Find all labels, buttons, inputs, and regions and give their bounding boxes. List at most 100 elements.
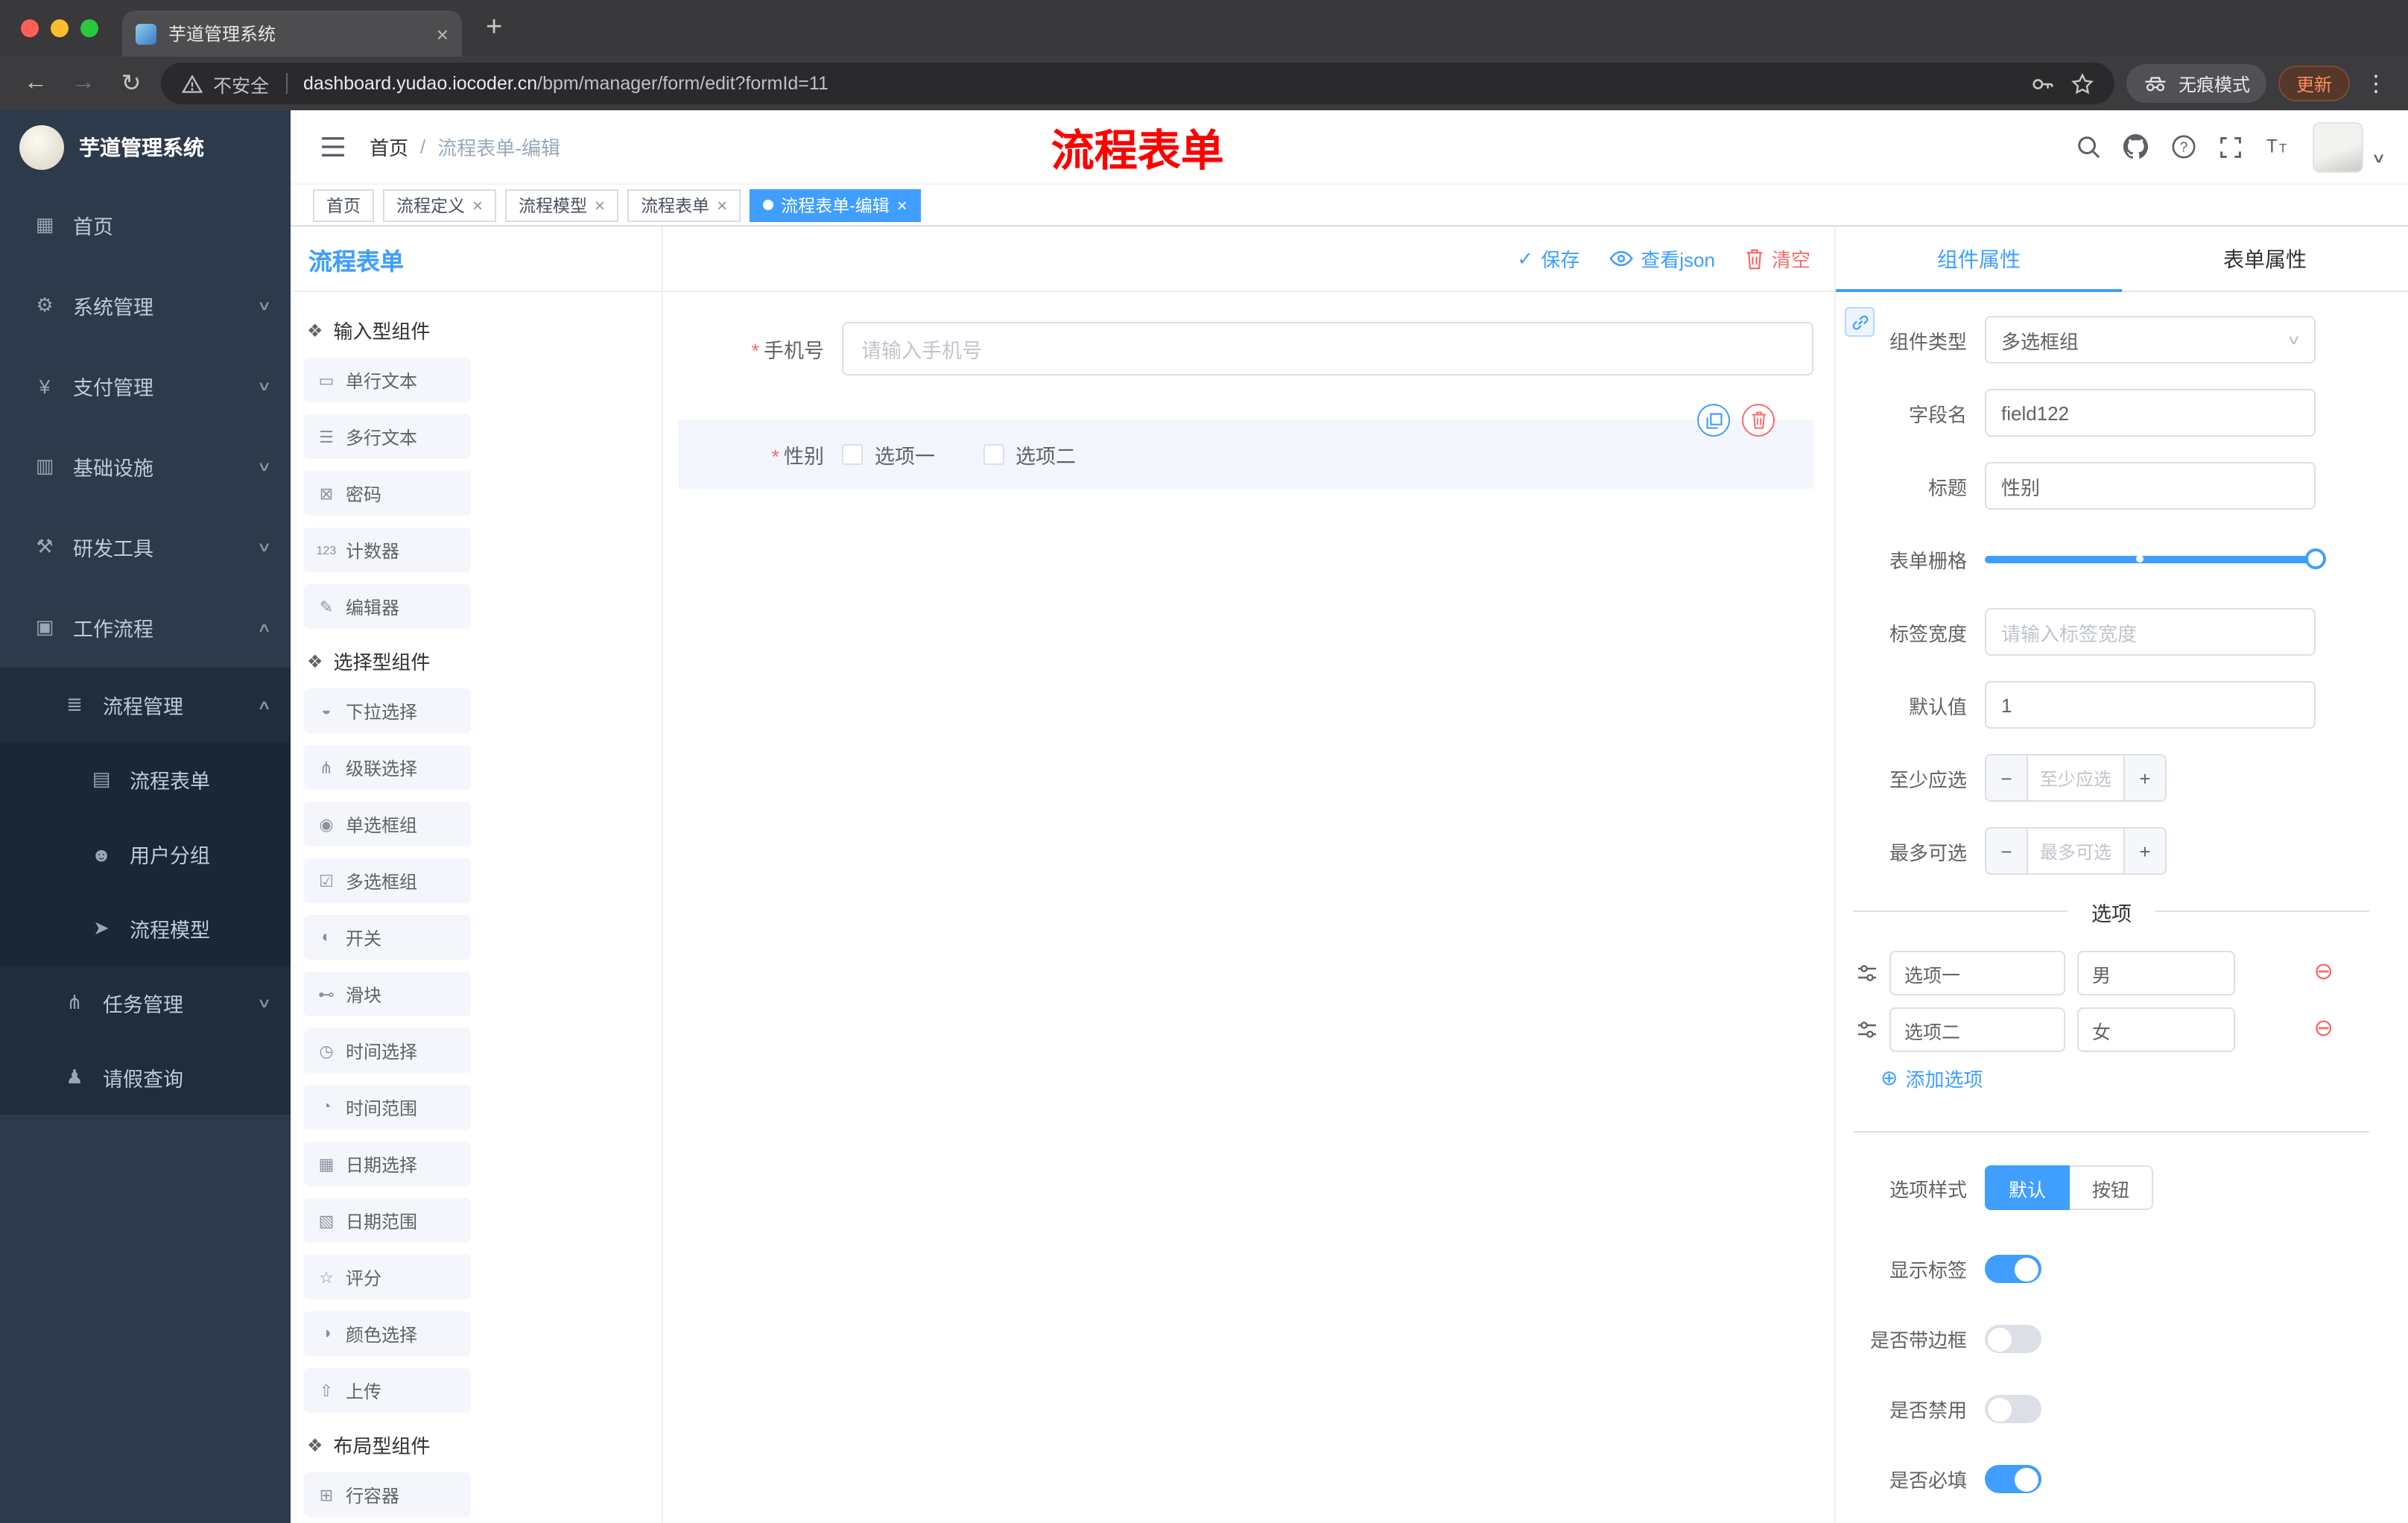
save-button[interactable]: ✓ 保存 — [1517, 244, 1580, 273]
canvas-field-phone[interactable]: 手机号 请输入手机号 — [678, 322, 1813, 376]
checkbox-icon[interactable] — [983, 444, 1004, 465]
palette-item-checkbox-group[interactable]: ☑ 多选框组 — [304, 858, 471, 903]
drag-handle-icon[interactable] — [1857, 1021, 1878, 1039]
remove-option-button[interactable]: ⊖ — [2313, 960, 2333, 985]
max-select-stepper[interactable]: − 最多可选 + — [1985, 827, 2167, 875]
component-type-select[interactable]: 多选框组 ∨ — [1985, 316, 2316, 364]
font-size-icon[interactable]: TT — [2266, 134, 2291, 159]
palette-item-upload[interactable]: ⇧ 上传 — [304, 1368, 471, 1413]
label-width-input[interactable]: 请输入标签宽度 — [1985, 608, 2316, 656]
drag-handle-icon[interactable] — [1857, 964, 1878, 982]
reload-button[interactable]: ↻ — [113, 69, 149, 98]
tab-close-icon[interactable]: × — [437, 22, 449, 45]
field-name-input[interactable]: field122 — [1985, 389, 2316, 437]
sidebar-item-task-management[interactable]: ⋔ 任务管理 ∨ — [0, 966, 291, 1040]
palette-item-password[interactable]: ⊠ 密码 — [304, 471, 471, 516]
palette-item-editor[interactable]: ✎ 编辑器 — [304, 584, 471, 629]
browser-tab[interactable]: 芋道管理系统 × — [122, 10, 462, 57]
update-button[interactable]: 更新 — [2278, 66, 2350, 101]
option-value-input[interactable]: 女 — [2077, 1007, 2235, 1052]
user-avatar[interactable] — [2313, 121, 2364, 172]
delete-field-button[interactable] — [1742, 404, 1775, 437]
palette-item-time-picker[interactable]: ◷ 时间选择 — [304, 1028, 471, 1073]
slider-handle[interactable] — [2305, 548, 2326, 569]
tab-form-props[interactable]: 表单属性 — [2122, 227, 2408, 291]
palette-item-date-range[interactable]: ▧ 日期范围 — [304, 1198, 471, 1243]
sidebar-item-infrastructure[interactable]: ▥ 基础设施 ∨ — [0, 426, 291, 507]
gender-option1-checkbox[interactable]: 选项一 — [842, 440, 935, 469]
palette-item-radio-group[interactable]: ◉ 单选框组 — [304, 802, 471, 846]
bookmark-star-icon[interactable] — [2071, 72, 2094, 95]
palette-item-date-picker[interactable]: ▦ 日期选择 — [304, 1142, 471, 1186]
gender-option2-checkbox[interactable]: 选项二 — [983, 440, 1076, 469]
required-switch[interactable] — [1985, 1465, 2041, 1493]
decrease-button[interactable]: − — [1986, 756, 2028, 800]
remove-option-button[interactable]: ⊖ — [2313, 1017, 2333, 1042]
palette-item-single-text[interactable]: ▭ 单行文本 — [304, 358, 471, 402]
link-icon[interactable] — [1845, 307, 1875, 337]
palette-item-counter[interactable]: 123 计数器 — [304, 528, 471, 572]
style-default-button[interactable]: 默认 — [1985, 1165, 2070, 1210]
fullscreen-window-button[interactable] — [80, 19, 98, 37]
palette-item-select[interactable]: ◒ 下拉选择 — [304, 688, 471, 733]
close-window-button[interactable] — [21, 19, 39, 37]
tag-process-model[interactable]: 流程模型 × — [505, 189, 619, 221]
phone-input[interactable]: 请输入手机号 — [842, 322, 1813, 376]
github-icon[interactable] — [2123, 134, 2149, 159]
tab-component-props[interactable]: 组件属性 — [1836, 227, 2122, 292]
tag-process-form-edit[interactable]: 流程表单-编辑 × — [750, 189, 921, 221]
minimize-window-button[interactable] — [51, 19, 69, 37]
checkbox-icon[interactable] — [842, 444, 863, 465]
slider-track[interactable] — [1985, 548, 2326, 569]
sidebar-item-process-form[interactable]: ▤ 流程表单 — [0, 742, 291, 817]
palette-item-cascader[interactable]: ⋔ 级联选择 — [304, 745, 471, 790]
sidebar-item-home[interactable]: ▦ 首页 — [0, 185, 291, 265]
search-icon[interactable] — [2076, 134, 2102, 159]
sidebar-logo[interactable]: 芋道管理系统 — [0, 110, 291, 185]
increase-button[interactable]: + — [2123, 756, 2165, 800]
palette-item-switch[interactable]: ◐ 开关 — [304, 915, 471, 960]
view-json-button[interactable]: 查看json — [1609, 244, 1715, 273]
tag-process-form[interactable]: 流程表单 × — [627, 189, 741, 221]
tag-home[interactable]: 首页 — [313, 189, 374, 221]
form-canvas[interactable]: 手机号 请输入手机号 性别 — [663, 292, 1834, 1523]
title-input[interactable]: 性别 — [1985, 462, 2316, 510]
palette-item-slider[interactable]: ⊷ 滑块 — [304, 972, 471, 1016]
palette-item-time-range[interactable]: ◔ 时间范围 — [304, 1085, 471, 1130]
border-switch[interactable] — [1985, 1325, 2041, 1353]
default-value-input[interactable]: 1 — [1985, 681, 2316, 729]
style-button-button[interactable]: 按钮 — [2070, 1165, 2154, 1210]
decrease-button[interactable]: − — [1986, 829, 2028, 873]
palette-item-color-picker[interactable]: ◑ 颜色选择 — [304, 1311, 471, 1356]
palette-item-textarea[interactable]: ☰ 多行文本 — [304, 414, 471, 459]
back-button[interactable]: ← — [18, 70, 54, 97]
tag-close-icon[interactable]: × — [717, 194, 727, 215]
disabled-switch[interactable] — [1985, 1395, 2041, 1423]
address-bar[interactable]: 不安全 dashboard.yudao.iocoder.cn/bpm/manag… — [161, 63, 2114, 104]
tag-close-icon[interactable]: × — [472, 194, 483, 215]
hamburger-icon[interactable] — [320, 136, 346, 158]
sidebar-item-process-management[interactable]: ≣ 流程管理 ∧ — [0, 668, 291, 742]
add-option-button[interactable]: ⊕ 添加选项 — [1881, 1064, 2316, 1092]
palette-item-rate[interactable]: ☆ 评分 — [304, 1255, 471, 1299]
new-tab-button[interactable]: + — [486, 12, 502, 45]
sidebar-item-process-model[interactable]: ➤ 流程模型 — [0, 891, 291, 966]
sidebar-item-payment[interactable]: ¥ 支付管理 ∨ — [0, 346, 291, 426]
option-value-input[interactable]: 男 — [2077, 951, 2235, 995]
palette-item-row-container[interactable]: ⊞ 行容器 — [304, 1472, 471, 1517]
canvas-field-gender[interactable]: 性别 选项一 选项二 — [678, 404, 1813, 489]
option-name-input[interactable]: 选项一 — [1889, 951, 2065, 995]
sidebar-item-user-group[interactable]: ☻ 用户分组 — [0, 817, 291, 891]
tag-close-icon[interactable]: × — [595, 194, 605, 215]
sidebar-item-system[interactable]: ⚙ 系统管理 ∨ — [0, 265, 291, 346]
clear-button[interactable]: 清空 — [1745, 244, 1810, 273]
sidebar-item-workflow[interactable]: ▣ 工作流程 ∧ — [0, 587, 291, 668]
tag-close-icon[interactable]: × — [897, 194, 907, 215]
option-name-input[interactable]: 选项二 — [1889, 1007, 2065, 1052]
sidebar-item-leave-query[interactable]: ♟ 请假查询 — [0, 1040, 291, 1115]
fullscreen-icon[interactable] — [2220, 135, 2243, 159]
show-label-switch[interactable] — [1985, 1255, 2041, 1283]
increase-button[interactable]: + — [2123, 829, 2165, 873]
form-grid-slider[interactable] — [1985, 535, 2326, 583]
breadcrumb-home[interactable]: 首页 — [370, 133, 408, 161]
